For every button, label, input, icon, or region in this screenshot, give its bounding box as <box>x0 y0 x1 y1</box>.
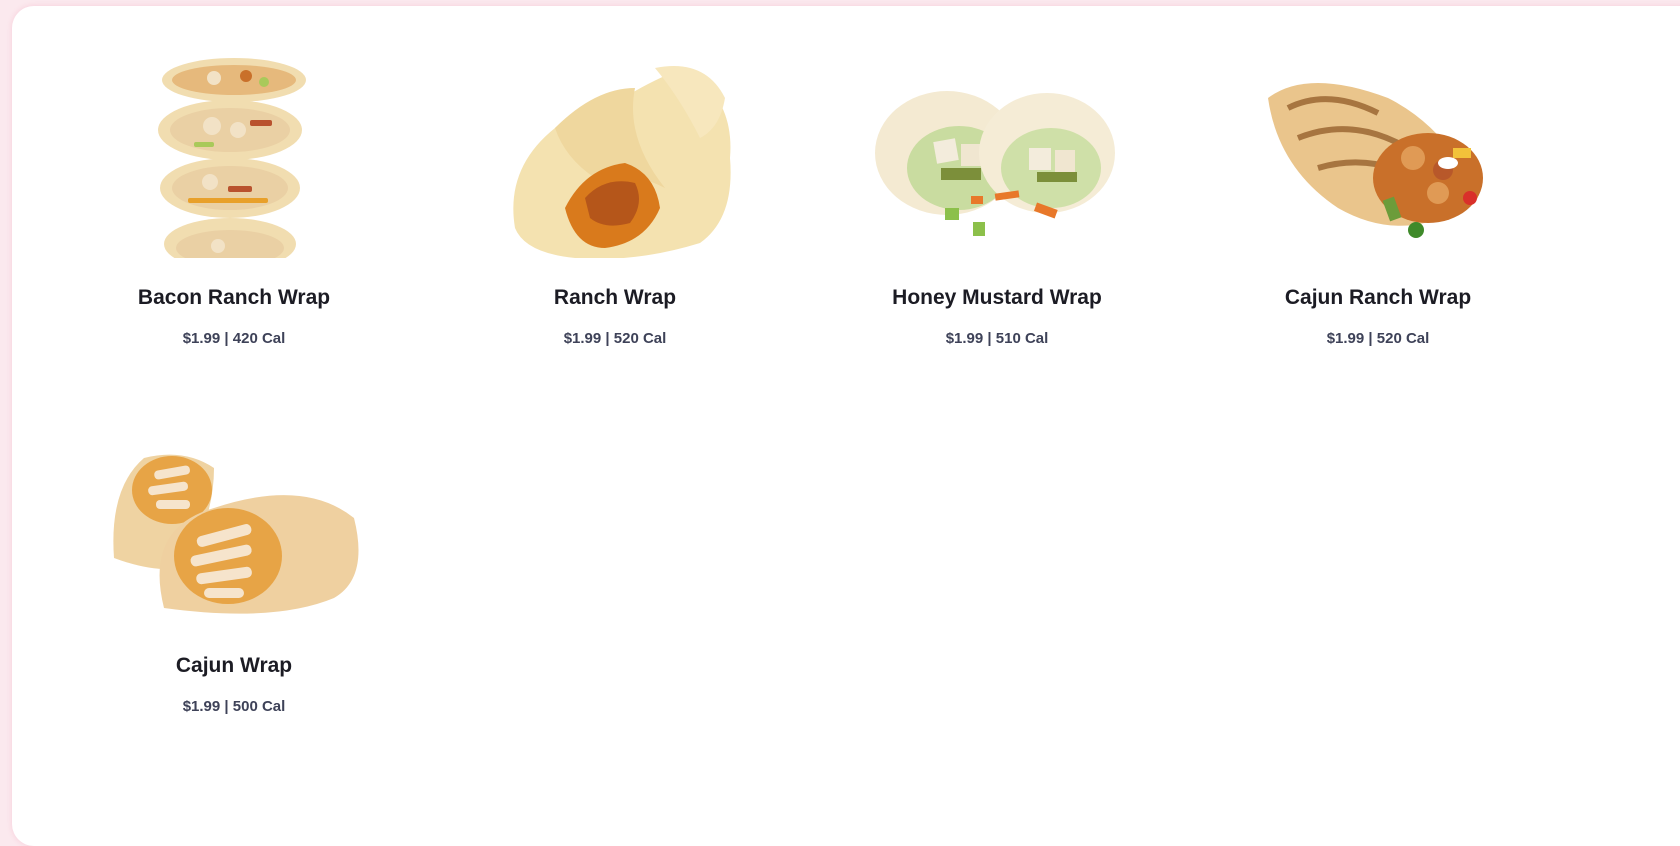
item-name[interactable]: Ranch Wrap <box>465 286 765 310</box>
item-price-calories: $1.99 | 520 Cal <box>1326 330 1430 347</box>
item-price-calories: $1.99 | 500 Cal <box>182 698 286 715</box>
item-name[interactable]: Bacon Ranch Wrap <box>84 286 384 310</box>
item-price-calories: $1.99 | 510 Cal <box>945 330 1049 347</box>
ranch-wrap-image <box>513 66 731 258</box>
item-name[interactable]: Cajun Ranch Wrap <box>1228 286 1528 310</box>
item-price-calories: $1.99 | 520 Cal <box>563 330 667 347</box>
cajun-ranch-wrap-image <box>1268 83 1483 238</box>
menu-item-cajun-wrap[interactable]: Cajun Wrap $1.99 | 500 Cal <box>84 438 384 738</box>
menu-item-bacon-ranch-wrap[interactable]: Bacon Ranch Wrap $1.99 | 420 Cal <box>84 58 384 358</box>
menu-item-honey-mustard-wrap[interactable]: Honey Mustard Wrap $1.99 | 510 Cal <box>847 58 1147 358</box>
menu-item-ranch-wrap[interactable]: Ranch Wrap $1.99 | 520 Cal <box>465 58 765 358</box>
cajun-wrap-image <box>113 454 359 614</box>
item-name[interactable]: Honey Mustard Wrap <box>847 286 1147 310</box>
item-price-calories: $1.99 | 420 Cal <box>182 330 286 347</box>
bacon-ranch-wrap-image <box>158 58 306 258</box>
item-name[interactable]: Cajun Wrap <box>84 654 384 678</box>
menu-card: Bacon Ranch Wrap $1.99 | 420 Cal Ranch W… <box>12 6 1680 846</box>
honey-mustard-wrap-image <box>875 91 1115 236</box>
menu-item-cajun-ranch-wrap[interactable]: Cajun Ranch Wrap $1.99 | 520 Cal <box>1228 58 1528 358</box>
